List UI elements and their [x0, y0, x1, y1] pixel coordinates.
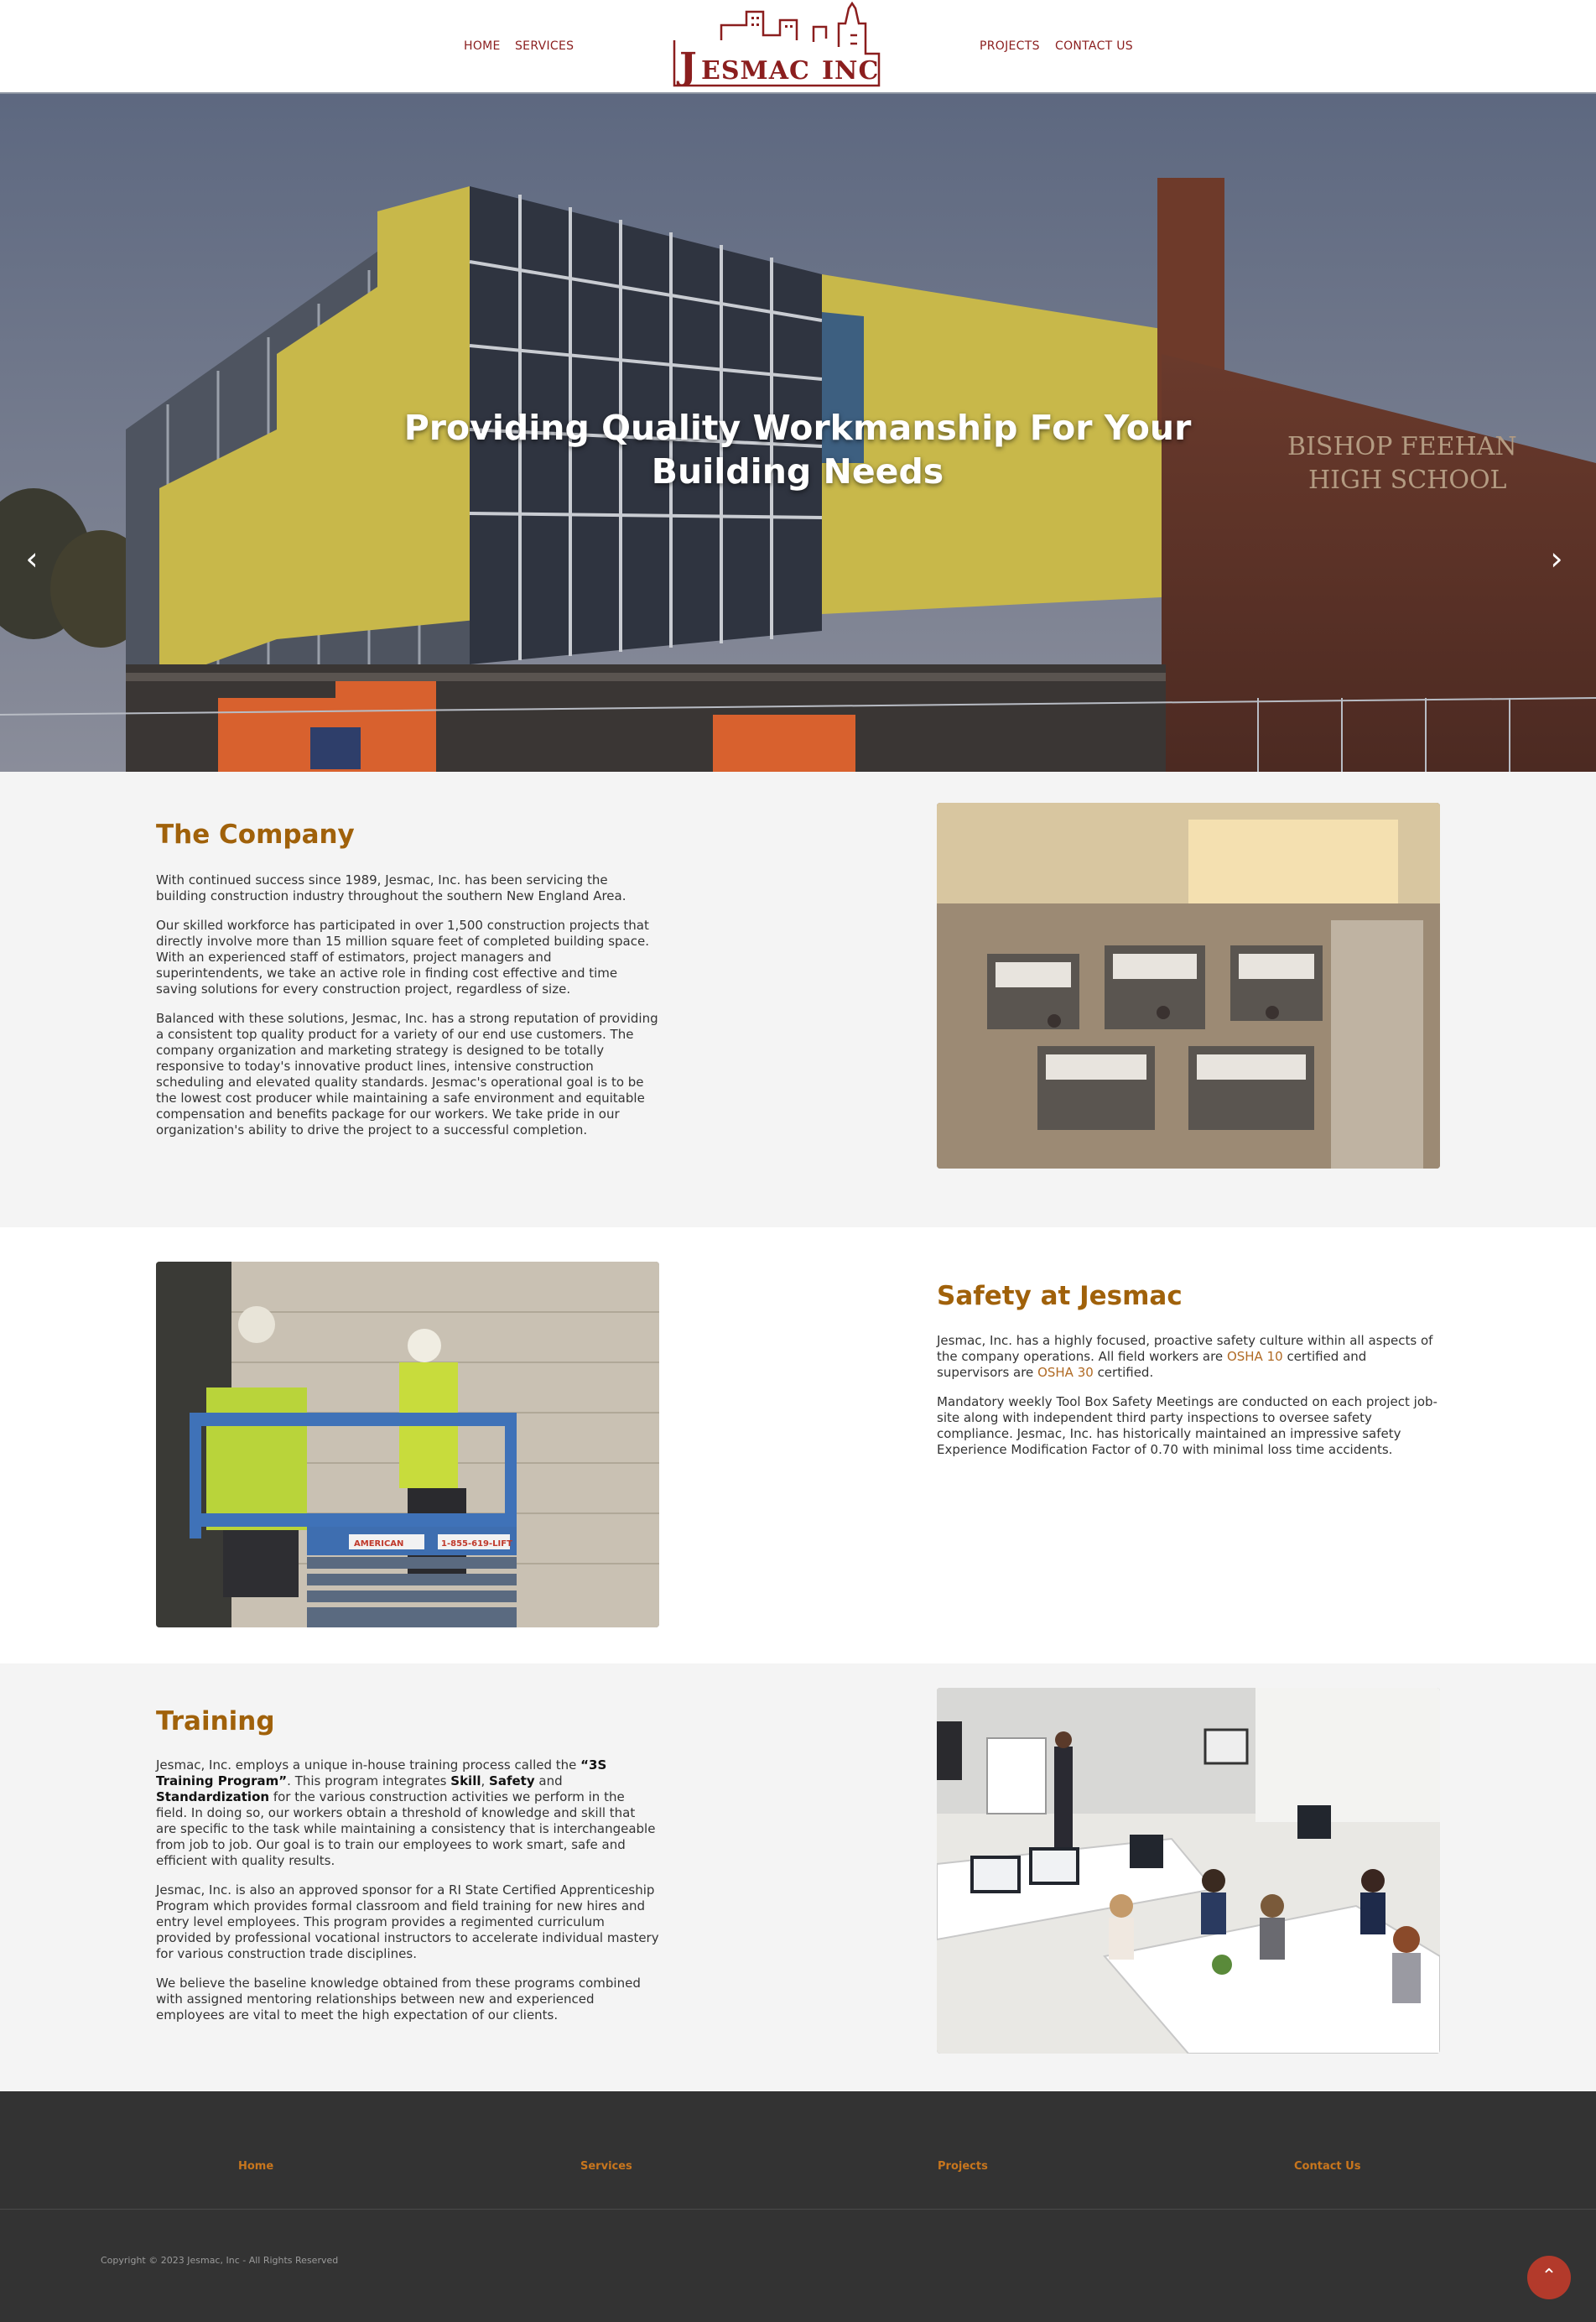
svg-text:J: J: [676, 45, 697, 87]
nav-contact-us[interactable]: CONTACT US: [1055, 39, 1133, 53]
safety-paragraph-2: Mandatory weekly Tool Box Safety Meeting…: [937, 1394, 1437, 1457]
company-paragraph-2: Our skilled workforce has participated i…: [156, 918, 649, 997]
hero-sign-line1: BISHOP FEEHAN: [1287, 432, 1517, 461]
safety-section: AMERICAN 1-855-619-LIFT Safety at Jesmac…: [0, 1227, 1596, 1663]
training-p1-text-b: . This program integrates: [287, 1773, 451, 1788]
office-photo: [937, 803, 1440, 1169]
training-comma: ,: [481, 1773, 490, 1788]
training-text: Jesmac, Inc. employs a unique in-house t…: [156, 1757, 659, 2037]
training-section: Training Jesmac, Inc. employs a unique i…: [0, 1663, 1596, 2091]
training-paragraph-1: Jesmac, Inc. employs a unique in-house t…: [156, 1757, 659, 1869]
slider-next-button[interactable]: ›: [1540, 540, 1573, 577]
training-skill-term: Skill: [450, 1773, 481, 1788]
lift-workers-photo: AMERICAN 1-855-619-LIFT: [156, 1262, 659, 1627]
back-to-top-button[interactable]: ⌃: [1527, 2256, 1571, 2299]
company-heading: The Company: [156, 820, 355, 850]
footer-divider: [0, 2209, 1596, 2210]
training-and: and: [534, 1773, 563, 1788]
safety-paragraph-1: Jesmac, Inc. has a highly focused, proac…: [937, 1333, 1440, 1381]
footer-link-home[interactable]: Home: [238, 2160, 273, 2173]
company-text: With continued success since 1989, Jesma…: [156, 872, 659, 1152]
jesmac-logo[interactable]: J ESMAC INC: [671, 2, 882, 87]
footer-link-services[interactable]: Services: [580, 2160, 632, 2173]
top-navigation: HOME SERVICES J ESMAC INC PROJECTS CONTA…: [0, 0, 1596, 94]
company-paragraph-1: With continued success since 1989, Jesma…: [156, 872, 626, 903]
chevron-up-icon: ⌃: [1541, 2266, 1557, 2287]
footer: Home Services Projects Contact Us Copyri…: [0, 2091, 1596, 2322]
training-heading: Training: [156, 1706, 275, 1736]
company-section: The Company With continued success since…: [0, 772, 1596, 1227]
training-paragraph-3: We believe the baseline knowledge obtain…: [156, 1976, 641, 2023]
hero-title: Providing Quality Workmanship For Your B…: [403, 408, 1192, 492]
osha-10-link[interactable]: OSHA 10: [1227, 1349, 1283, 1364]
copyright-text: Copyright © 2023 Jesmac, Inc - All Right…: [101, 2255, 339, 2266]
safety-heading: Safety at Jesmac: [937, 1281, 1183, 1311]
lift-phone-label: 1-855-619-LIFT: [441, 1539, 512, 1549]
company-paragraph-3: Balanced with these solutions, Jesmac, I…: [156, 1011, 658, 1138]
nav-projects[interactable]: PROJECTS: [980, 39, 1040, 53]
safety-text: Jesmac, Inc. has a highly focused, proac…: [937, 1333, 1440, 1471]
nav-services[interactable]: SERVICES: [515, 39, 574, 53]
classroom-photo: [937, 1688, 1440, 2054]
lift-brand-label: AMERICAN: [354, 1539, 403, 1549]
training-safety-term: Safety: [489, 1773, 535, 1788]
svg-text:ESMAC: ESMAC: [701, 56, 810, 86]
chevron-left-icon: ‹: [25, 540, 39, 577]
slider-prev-button[interactable]: ‹: [15, 540, 49, 577]
footer-link-projects[interactable]: Projects: [938, 2160, 988, 2173]
footer-link-contact-us[interactable]: Contact Us: [1294, 2160, 1360, 2173]
hero-slider: BISHOP FEEHAN HIGH SCHOOL Providing Qual…: [0, 94, 1596, 772]
training-paragraph-2: Jesmac, Inc. is also an approved sponsor…: [156, 1882, 659, 1961]
nav-home[interactable]: HOME: [464, 39, 501, 53]
training-p1-text-a: Jesmac, Inc. employs a unique in-house t…: [156, 1757, 581, 1773]
svg-text:INC: INC: [822, 56, 879, 86]
training-standardization-term: Standardization: [156, 1789, 270, 1804]
safety-p1-text-c: certified.: [1093, 1365, 1154, 1380]
chevron-right-icon: ›: [1550, 540, 1563, 577]
osha-30-link[interactable]: OSHA 30: [1037, 1365, 1094, 1380]
hero-sign-line2: HIGH SCHOOL: [1308, 466, 1507, 495]
